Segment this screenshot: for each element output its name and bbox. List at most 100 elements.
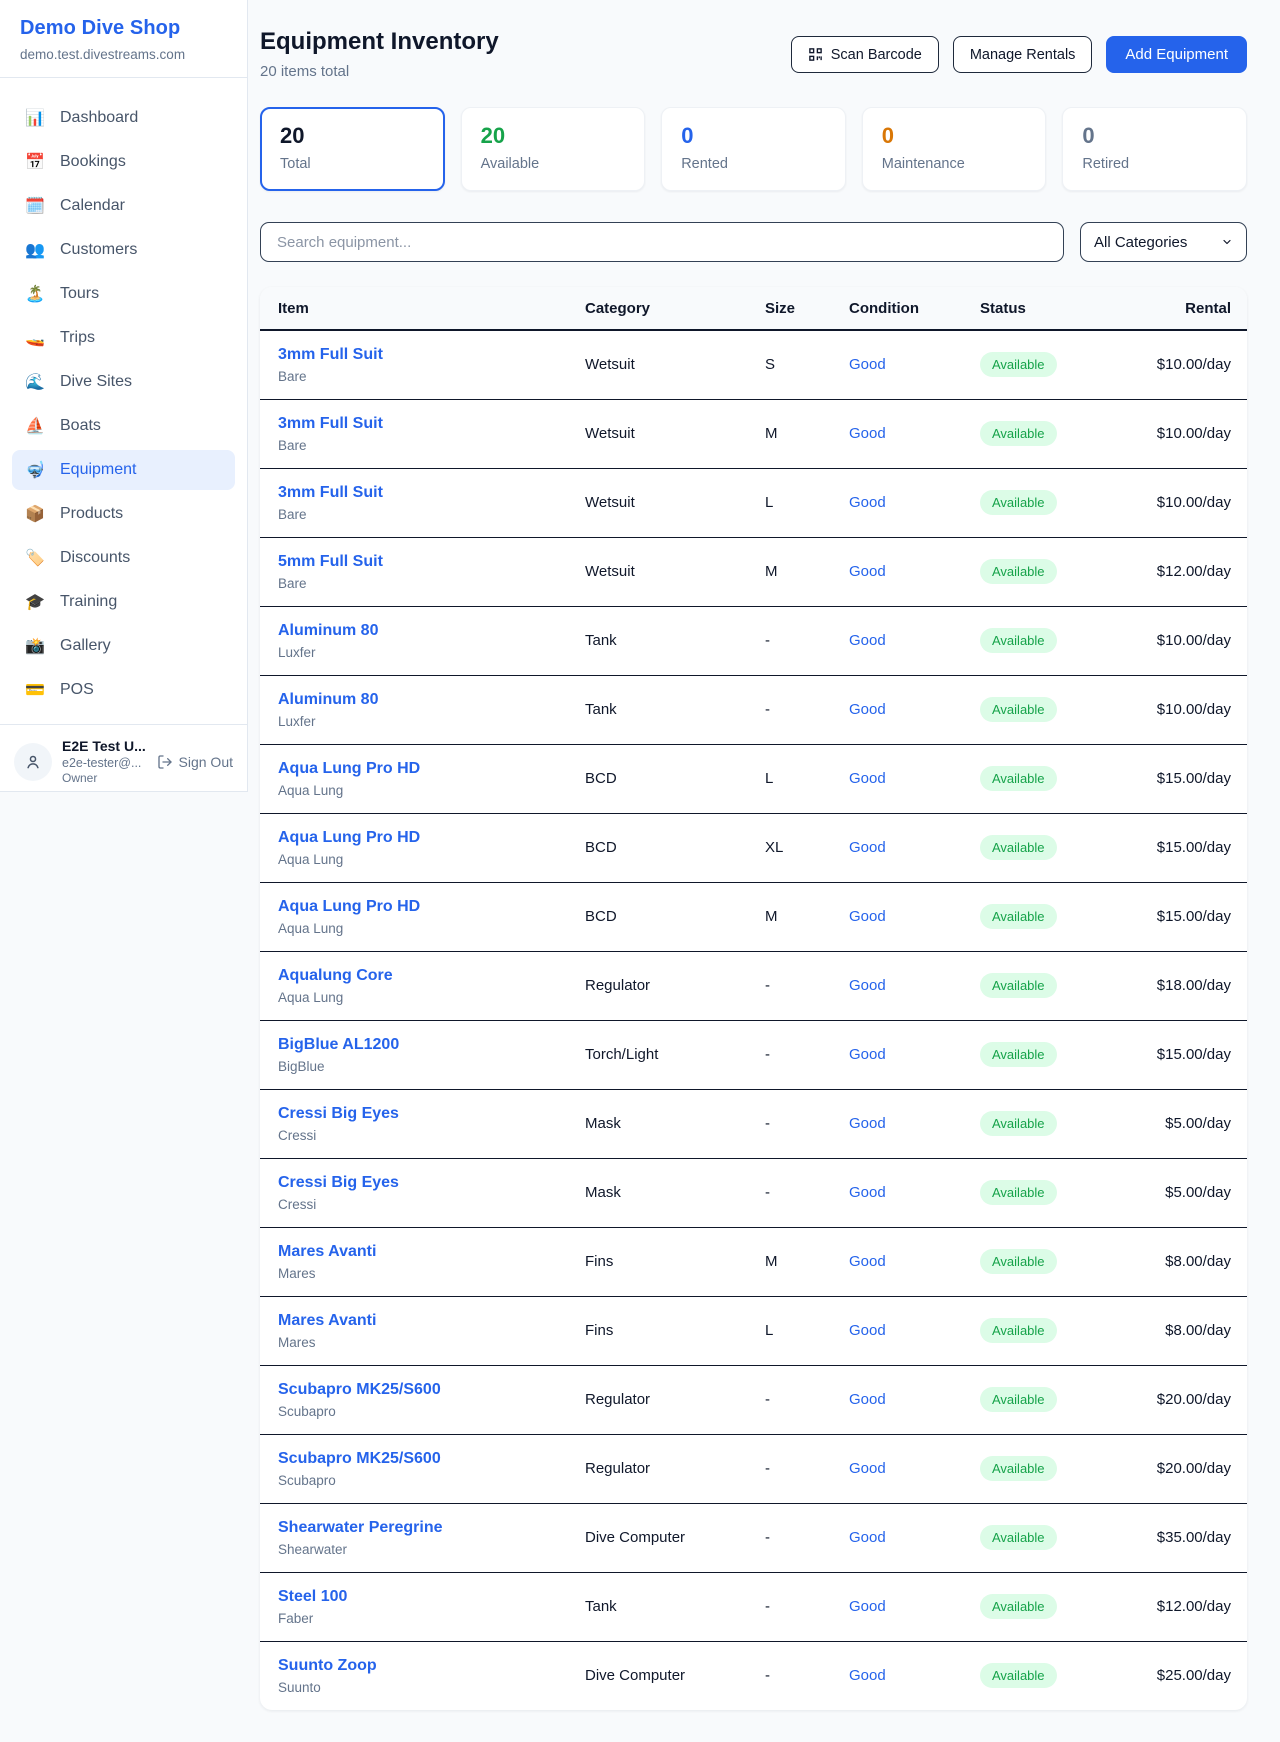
item-name-link[interactable]: Aqua Lung Pro HD <box>278 898 585 916</box>
add-equipment-button[interactable]: Add Equipment <box>1106 36 1247 73</box>
avatar <box>14 743 52 781</box>
sidebar-item-bookings[interactable]: 📅 Bookings <box>12 142 235 182</box>
item-brand: Luxfer <box>278 645 585 660</box>
item-name-link[interactable]: Cressi Big Eyes <box>278 1105 585 1123</box>
item-name-link[interactable]: Cressi Big Eyes <box>278 1174 585 1192</box>
item-cell: Steel 100 Faber <box>260 1572 585 1641</box>
condition-link[interactable]: Good <box>849 1667 886 1684</box>
condition-link[interactable]: Good <box>849 1322 886 1339</box>
item-name-link[interactable]: Mares Avanti <box>278 1243 585 1261</box>
condition-link[interactable]: Good <box>849 563 886 580</box>
status-cell: Available <box>980 537 1130 606</box>
category-cell: Tank <box>585 606 765 675</box>
person-icon <box>24 753 42 771</box>
condition-link[interactable]: Good <box>849 1184 886 1201</box>
item-name-link[interactable]: Scubapro MK25/S600 <box>278 1381 585 1399</box>
item-name-link[interactable]: Aluminum 80 <box>278 622 585 640</box>
item-name-link[interactable]: Mares Avanti <box>278 1312 585 1330</box>
condition-link[interactable]: Good <box>849 701 886 718</box>
size-cell: M <box>765 537 849 606</box>
item-name-link[interactable]: Aqua Lung Pro HD <box>278 829 585 847</box>
item-name-link[interactable]: Steel 100 <box>278 1588 585 1606</box>
stat-card-total[interactable]: 20 Total <box>260 107 445 191</box>
condition-link[interactable]: Good <box>849 425 886 442</box>
rental-cell: $8.00/day <box>1130 1296 1247 1365</box>
condition-link[interactable]: Good <box>849 977 886 994</box>
stat-card-available[interactable]: 20 Available <box>461 107 646 191</box>
sidebar-item-label: Training <box>60 593 117 611</box>
condition-link[interactable]: Good <box>849 1115 886 1132</box>
stat-value: 20 <box>280 123 425 149</box>
condition-link[interactable]: Good <box>849 632 886 649</box>
item-name-link[interactable]: 3mm Full Suit <box>278 346 585 364</box>
category-cell: Tank <box>585 1572 765 1641</box>
table-header-row: Item Category Size Condition Status Rent… <box>260 287 1247 330</box>
sidebar-item-icon: 🚤 <box>24 328 46 348</box>
condition-link[interactable]: Good <box>849 1460 886 1477</box>
condition-link[interactable]: Good <box>849 494 886 511</box>
table-row: 3mm Full Suit Bare Wetsuit S Good Availa… <box>260 330 1247 399</box>
sidebar-item-label: Dashboard <box>60 109 138 127</box>
condition-cell: Good <box>849 675 980 744</box>
item-name-link[interactable]: Aqualung Core <box>278 967 585 985</box>
size-cell: - <box>765 1503 849 1572</box>
stat-label: Available <box>481 156 626 172</box>
stat-card-rented[interactable]: 0 Rented <box>661 107 846 191</box>
category-select[interactable]: All Categories <box>1080 222 1247 262</box>
item-brand: Scubapro <box>278 1473 585 1488</box>
sign-out-button[interactable]: Sign Out <box>157 754 233 770</box>
status-cell: Available <box>980 468 1130 537</box>
size-cell: L <box>765 1296 849 1365</box>
table-row: Cressi Big Eyes Cressi Mask - Good Avail… <box>260 1158 1247 1227</box>
sidebar-item-dive-sites[interactable]: 🌊 Dive Sites <box>12 362 235 402</box>
sidebar-item-boats[interactable]: ⛵ Boats <box>12 406 235 446</box>
item-cell: Shearwater Peregrine Shearwater <box>260 1503 585 1572</box>
condition-link[interactable]: Good <box>849 1046 886 1063</box>
item-name-link[interactable]: Suunto Zoop <box>278 1657 585 1675</box>
item-name-link[interactable]: Scubapro MK25/S600 <box>278 1450 585 1468</box>
sidebar-item-dashboard[interactable]: 📊 Dashboard <box>12 98 235 138</box>
stat-value: 20 <box>481 123 626 149</box>
item-name-link[interactable]: 3mm Full Suit <box>278 415 585 433</box>
item-cell: Aluminum 80 Luxfer <box>260 675 585 744</box>
manage-rentals-button[interactable]: Manage Rentals <box>953 36 1093 73</box>
item-name-link[interactable]: Shearwater Peregrine <box>278 1519 585 1537</box>
scan-barcode-button[interactable]: Scan Barcode <box>791 36 939 73</box>
condition-link[interactable]: Good <box>849 908 886 925</box>
item-cell: 3mm Full Suit Bare <box>260 468 585 537</box>
user-info: E2E Test U... e2e-tester@... Owner <box>62 738 147 786</box>
item-name-link[interactable]: BigBlue AL1200 <box>278 1036 585 1054</box>
search-input[interactable] <box>260 222 1064 262</box>
status-badge: Available <box>980 1663 1057 1688</box>
size-cell: - <box>765 675 849 744</box>
item-name-link[interactable]: 3mm Full Suit <box>278 484 585 502</box>
condition-link[interactable]: Good <box>849 1529 886 1546</box>
item-name-link[interactable]: 5mm Full Suit <box>278 553 585 571</box>
condition-link[interactable]: Good <box>849 770 886 787</box>
condition-link[interactable]: Good <box>849 356 886 373</box>
sidebar-item-calendar[interactable]: 🗓️ Calendar <box>12 186 235 226</box>
sidebar-item-training[interactable]: 🎓 Training <box>12 582 235 622</box>
sidebar-item-gallery[interactable]: 📸 Gallery <box>12 626 235 666</box>
stat-card-retired[interactable]: 0 Retired <box>1062 107 1247 191</box>
item-name-link[interactable]: Aqua Lung Pro HD <box>278 760 585 778</box>
item-brand: Mares <box>278 1266 585 1281</box>
condition-link[interactable]: Good <box>849 839 886 856</box>
sidebar-item-discounts[interactable]: 🏷️ Discounts <box>12 538 235 578</box>
condition-link[interactable]: Good <box>849 1253 886 1270</box>
sidebar-item-trips[interactable]: 🚤 Trips <box>12 318 235 358</box>
stat-card-maintenance[interactable]: 0 Maintenance <box>862 107 1047 191</box>
item-name-link[interactable]: Aluminum 80 <box>278 691 585 709</box>
item-cell: BigBlue AL1200 BigBlue <box>260 1020 585 1089</box>
condition-link[interactable]: Good <box>849 1598 886 1615</box>
brand-domain: demo.test.divestreams.com <box>20 47 227 62</box>
sidebar-item-tours[interactable]: 🏝️ Tours <box>12 274 235 314</box>
sidebar-item-label: Dive Sites <box>60 373 132 391</box>
sidebar-item-products[interactable]: 📦 Products <box>12 494 235 534</box>
sidebar-item-customers[interactable]: 👥 Customers <box>12 230 235 270</box>
sidebar-item-icon: 📊 <box>24 108 46 128</box>
sidebar-item-equipment[interactable]: 🤿 Equipment <box>12 450 235 490</box>
condition-link[interactable]: Good <box>849 1391 886 1408</box>
table-row: 3mm Full Suit Bare Wetsuit L Good Availa… <box>260 468 1247 537</box>
sidebar-item-pos[interactable]: 💳 POS <box>12 670 235 710</box>
